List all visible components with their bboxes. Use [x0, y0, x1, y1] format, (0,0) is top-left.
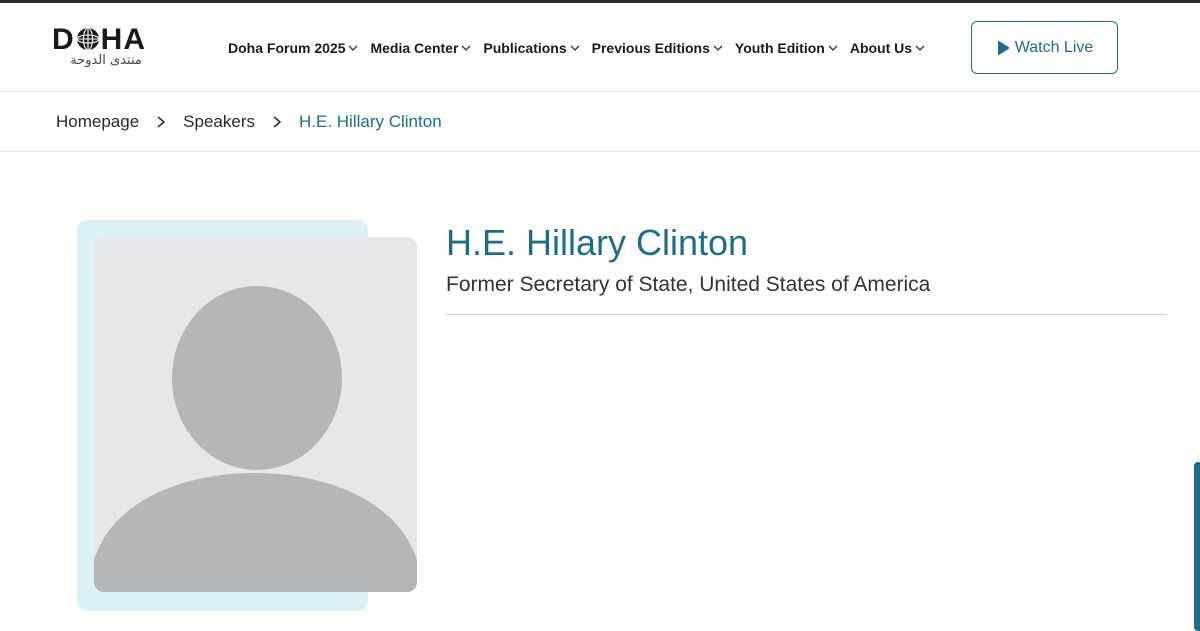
speaker-title: Former Secretary of State, United States… — [446, 273, 931, 296]
nav-item-label: Publications — [483, 40, 567, 56]
chevron-down-icon — [713, 43, 723, 53]
nav-item-youth-edition[interactable]: Youth Edition — [735, 40, 838, 56]
breadcrumb-homepage[interactable]: Homepage — [56, 112, 139, 132]
speaker-photo — [94, 237, 417, 592]
chevron-down-icon — [461, 43, 471, 53]
globe-icon — [76, 25, 100, 51]
avatar-placeholder-icon — [94, 237, 417, 592]
site-header: D HA منتدى الدوحة Doha Forum 2025 Media C… — [0, 3, 1200, 92]
chevron-right-icon — [271, 115, 283, 129]
nav-item-label: About Us — [849, 40, 913, 56]
nav-item-about-us[interactable]: About Us — [850, 40, 925, 56]
speaker-name: H.E. Hillary Clinton — [446, 222, 749, 263]
side-floating-tab[interactable] — [1194, 462, 1200, 631]
nav-item-label: Media Center — [370, 40, 459, 56]
breadcrumb-speakers[interactable]: Speakers — [183, 112, 255, 132]
main-nav: Doha Forum 2025 Media Center Publication… — [228, 36, 937, 60]
nav-item-media-center[interactable]: Media Center — [370, 40, 471, 56]
nav-item-previous-editions[interactable]: Previous Editions — [592, 40, 723, 56]
divider — [446, 314, 1166, 315]
breadcrumb: Homepage Speakers H.E. Hillary Clinton — [0, 93, 1200, 152]
chevron-down-icon — [828, 43, 838, 53]
logo-arabic-text: منتدى الدوحة — [70, 53, 142, 68]
chevron-right-icon — [155, 115, 167, 129]
nav-item-doha-forum-2025[interactable]: Doha Forum 2025 — [228, 40, 358, 56]
play-icon — [996, 40, 1010, 56]
chevron-down-icon — [915, 43, 925, 53]
watch-live-button[interactable]: Watch Live — [971, 21, 1118, 74]
chevron-down-icon — [348, 43, 358, 53]
nav-item-label: Doha Forum 2025 — [228, 40, 346, 56]
breadcrumb-current: H.E. Hillary Clinton — [299, 112, 442, 131]
watch-live-label: Watch Live — [1014, 38, 1094, 56]
doha-forum-logo[interactable]: D HA منتدى الدوحة — [52, 23, 162, 73]
nav-item-label: Youth Edition — [734, 40, 825, 56]
chevron-down-icon — [570, 43, 580, 53]
nav-item-label: Previous Editions — [591, 40, 710, 56]
logo-wordmark: D HA — [52, 23, 147, 56]
nav-item-publications[interactable]: Publications — [483, 40, 580, 56]
